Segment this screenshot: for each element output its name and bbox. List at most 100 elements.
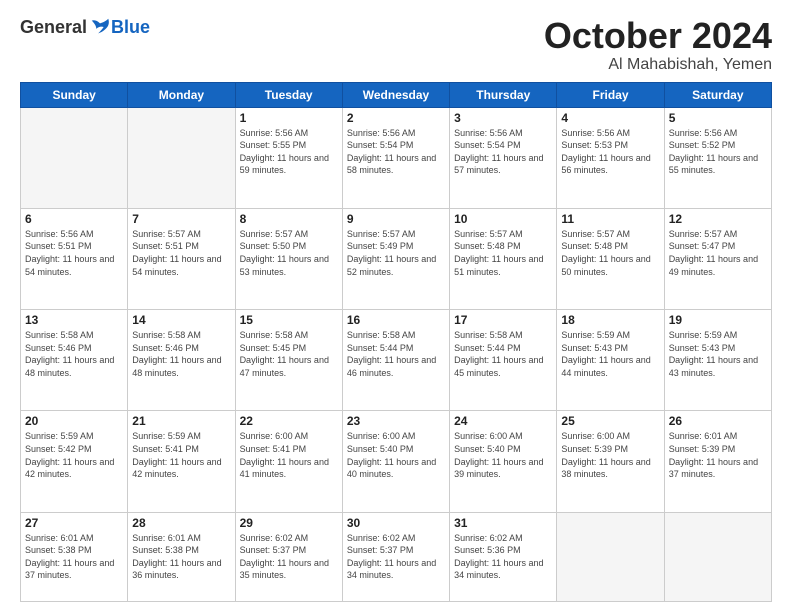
day-number: 27 — [25, 516, 123, 530]
calendar-cell: 4 Sunrise: 5:56 AM Sunset: 5:53 PM Daylig… — [557, 107, 664, 208]
calendar-week-row: 27 Sunrise: 6:01 AM Sunset: 5:38 PM Dayli… — [21, 512, 772, 601]
calendar-header-wednesday: Wednesday — [342, 82, 449, 107]
calendar-cell: 25 Sunrise: 6:00 AM Sunset: 5:39 PM Dayli… — [557, 411, 664, 512]
logo-blue-text: Blue — [111, 17, 150, 38]
day-info: Sunrise: 6:01 AM Sunset: 5:38 PM Dayligh… — [132, 532, 230, 582]
calendar-cell: 15 Sunrise: 5:58 AM Sunset: 5:45 PM Dayli… — [235, 310, 342, 411]
day-number: 11 — [561, 212, 659, 226]
day-number: 8 — [240, 212, 338, 226]
day-number: 6 — [25, 212, 123, 226]
calendar-header-sunday: Sunday — [21, 82, 128, 107]
calendar-cell: 9 Sunrise: 5:57 AM Sunset: 5:49 PM Daylig… — [342, 208, 449, 309]
day-number: 2 — [347, 111, 445, 125]
day-info: Sunrise: 5:58 AM Sunset: 5:46 PM Dayligh… — [25, 329, 123, 379]
day-info: Sunrise: 5:56 AM Sunset: 5:55 PM Dayligh… — [240, 127, 338, 177]
day-info: Sunrise: 5:57 AM Sunset: 5:50 PM Dayligh… — [240, 228, 338, 278]
day-number: 24 — [454, 414, 552, 428]
day-number: 13 — [25, 313, 123, 327]
day-number: 26 — [669, 414, 767, 428]
calendar-cell: 17 Sunrise: 5:58 AM Sunset: 5:44 PM Dayli… — [450, 310, 557, 411]
calendar-cell — [128, 107, 235, 208]
calendar-cell: 12Sunrise: 5:57 AM Sunset: 5:47 PM Dayli… — [664, 208, 771, 309]
calendar-header-friday: Friday — [557, 82, 664, 107]
month-title: October 2024 — [544, 16, 772, 56]
day-info: Sunrise: 5:58 AM Sunset: 5:44 PM Dayligh… — [347, 329, 445, 379]
day-info: Sunrise: 6:01 AM Sunset: 5:39 PM Dayligh… — [669, 430, 767, 480]
calendar-cell: 20 Sunrise: 5:59 AM Sunset: 5:42 PM Dayli… — [21, 411, 128, 512]
location: Al Mahabishah, Yemen — [544, 56, 772, 74]
day-number: 20 — [25, 414, 123, 428]
page: General Blue October 2024 Al Mahabishah,… — [0, 0, 792, 612]
day-number: 18 — [561, 313, 659, 327]
day-number: 3 — [454, 111, 552, 125]
day-number: 7 — [132, 212, 230, 226]
day-info: Sunrise: 5:58 AM Sunset: 5:44 PM Dayligh… — [454, 329, 552, 379]
day-number: 30 — [347, 516, 445, 530]
day-number: 4 — [561, 111, 659, 125]
day-info: Sunrise: 5:58 AM Sunset: 5:45 PM Dayligh… — [240, 329, 338, 379]
calendar-table: SundayMondayTuesdayWednesdayThursdayFrid… — [20, 82, 772, 602]
day-number: 23 — [347, 414, 445, 428]
day-number: 14 — [132, 313, 230, 327]
title-area: October 2024 Al Mahabishah, Yemen — [544, 16, 772, 74]
calendar-week-row: 1 Sunrise: 5:56 AM Sunset: 5:55 PM Daylig… — [21, 107, 772, 208]
day-info: Sunrise: 6:00 AM Sunset: 5:39 PM Dayligh… — [561, 430, 659, 480]
calendar-header-saturday: Saturday — [664, 82, 771, 107]
day-number: 21 — [132, 414, 230, 428]
day-number: 5 — [669, 111, 767, 125]
day-info: Sunrise: 6:00 AM Sunset: 5:40 PM Dayligh… — [347, 430, 445, 480]
day-info: Sunrise: 6:00 AM Sunset: 5:41 PM Dayligh… — [240, 430, 338, 480]
day-number: 29 — [240, 516, 338, 530]
day-info: Sunrise: 5:56 AM Sunset: 5:53 PM Dayligh… — [561, 127, 659, 177]
logo-general-text: General — [20, 17, 87, 38]
day-number: 17 — [454, 313, 552, 327]
header: General Blue October 2024 Al Mahabishah,… — [20, 16, 772, 74]
calendar-cell: 2 Sunrise: 5:56 AM Sunset: 5:54 PM Daylig… — [342, 107, 449, 208]
day-number: 25 — [561, 414, 659, 428]
calendar-cell — [21, 107, 128, 208]
day-number: 28 — [132, 516, 230, 530]
day-info: Sunrise: 5:59 AM Sunset: 5:42 PM Dayligh… — [25, 430, 123, 480]
day-number: 9 — [347, 212, 445, 226]
day-number: 19 — [669, 313, 767, 327]
calendar-cell: 14 Sunrise: 5:58 AM Sunset: 5:46 PM Dayli… — [128, 310, 235, 411]
day-info: Sunrise: 5:56 AM Sunset: 5:51 PM Dayligh… — [25, 228, 123, 278]
calendar-cell: 8 Sunrise: 5:57 AM Sunset: 5:50 PM Daylig… — [235, 208, 342, 309]
day-info: Sunrise: 6:02 AM Sunset: 5:36 PM Dayligh… — [454, 532, 552, 582]
day-number: 10 — [454, 212, 552, 226]
day-info: Sunrise: 5:57 AM Sunset: 5:49 PM Dayligh… — [347, 228, 445, 278]
day-number: 12 — [669, 212, 767, 226]
day-number: 1 — [240, 111, 338, 125]
day-info: Sunrise: 6:01 AM Sunset: 5:38 PM Dayligh… — [25, 532, 123, 582]
calendar-cell: 11 Sunrise: 5:57 AM Sunset: 5:48 PM Dayli… — [557, 208, 664, 309]
calendar-week-row: 6 Sunrise: 5:56 AM Sunset: 5:51 PM Daylig… — [21, 208, 772, 309]
calendar-cell: 21 Sunrise: 5:59 AM Sunset: 5:41 PM Dayli… — [128, 411, 235, 512]
calendar-cell: 26 Sunrise: 6:01 AM Sunset: 5:39 PM Dayli… — [664, 411, 771, 512]
day-info: Sunrise: 5:57 AM Sunset: 5:48 PM Dayligh… — [561, 228, 659, 278]
calendar-cell: 30Sunrise: 6:02 AM Sunset: 5:37 PM Dayli… — [342, 512, 449, 601]
day-info: Sunrise: 5:56 AM Sunset: 5:52 PM Dayligh… — [669, 127, 767, 177]
day-info: Sunrise: 5:57 AM Sunset: 5:48 PM Dayligh… — [454, 228, 552, 278]
calendar-week-row: 20 Sunrise: 5:59 AM Sunset: 5:42 PM Dayli… — [21, 411, 772, 512]
calendar-week-row: 13 Sunrise: 5:58 AM Sunset: 5:46 PM Dayli… — [21, 310, 772, 411]
day-info: Sunrise: 5:56 AM Sunset: 5:54 PM Dayligh… — [454, 127, 552, 177]
calendar-cell: 1 Sunrise: 5:56 AM Sunset: 5:55 PM Daylig… — [235, 107, 342, 208]
calendar-cell: 18 Sunrise: 5:59 AM Sunset: 5:43 PM Dayli… — [557, 310, 664, 411]
day-number: 15 — [240, 313, 338, 327]
day-info: Sunrise: 5:56 AM Sunset: 5:54 PM Dayligh… — [347, 127, 445, 177]
calendar-cell: 16Sunrise: 5:58 AM Sunset: 5:44 PM Dayli… — [342, 310, 449, 411]
calendar-header-row: SundayMondayTuesdayWednesdayThursdayFrid… — [21, 82, 772, 107]
day-info: Sunrise: 5:58 AM Sunset: 5:46 PM Dayligh… — [132, 329, 230, 379]
calendar-cell: 7Sunrise: 5:57 AM Sunset: 5:51 PM Daylig… — [128, 208, 235, 309]
calendar-cell: 22Sunrise: 6:00 AM Sunset: 5:41 PM Dayli… — [235, 411, 342, 512]
calendar-cell: 13 Sunrise: 5:58 AM Sunset: 5:46 PM Dayli… — [21, 310, 128, 411]
calendar-cell: 3 Sunrise: 5:56 AM Sunset: 5:54 PM Daylig… — [450, 107, 557, 208]
day-info: Sunrise: 6:00 AM Sunset: 5:40 PM Dayligh… — [454, 430, 552, 480]
calendar-cell: 19Sunrise: 5:59 AM Sunset: 5:43 PM Dayli… — [664, 310, 771, 411]
calendar-cell — [664, 512, 771, 601]
calendar-cell: 5 Sunrise: 5:56 AM Sunset: 5:52 PM Daylig… — [664, 107, 771, 208]
logo-bird-icon — [89, 16, 111, 38]
day-info: Sunrise: 5:59 AM Sunset: 5:43 PM Dayligh… — [561, 329, 659, 379]
day-info: Sunrise: 5:59 AM Sunset: 5:41 PM Dayligh… — [132, 430, 230, 480]
calendar-cell: 27 Sunrise: 6:01 AM Sunset: 5:38 PM Dayli… — [21, 512, 128, 601]
